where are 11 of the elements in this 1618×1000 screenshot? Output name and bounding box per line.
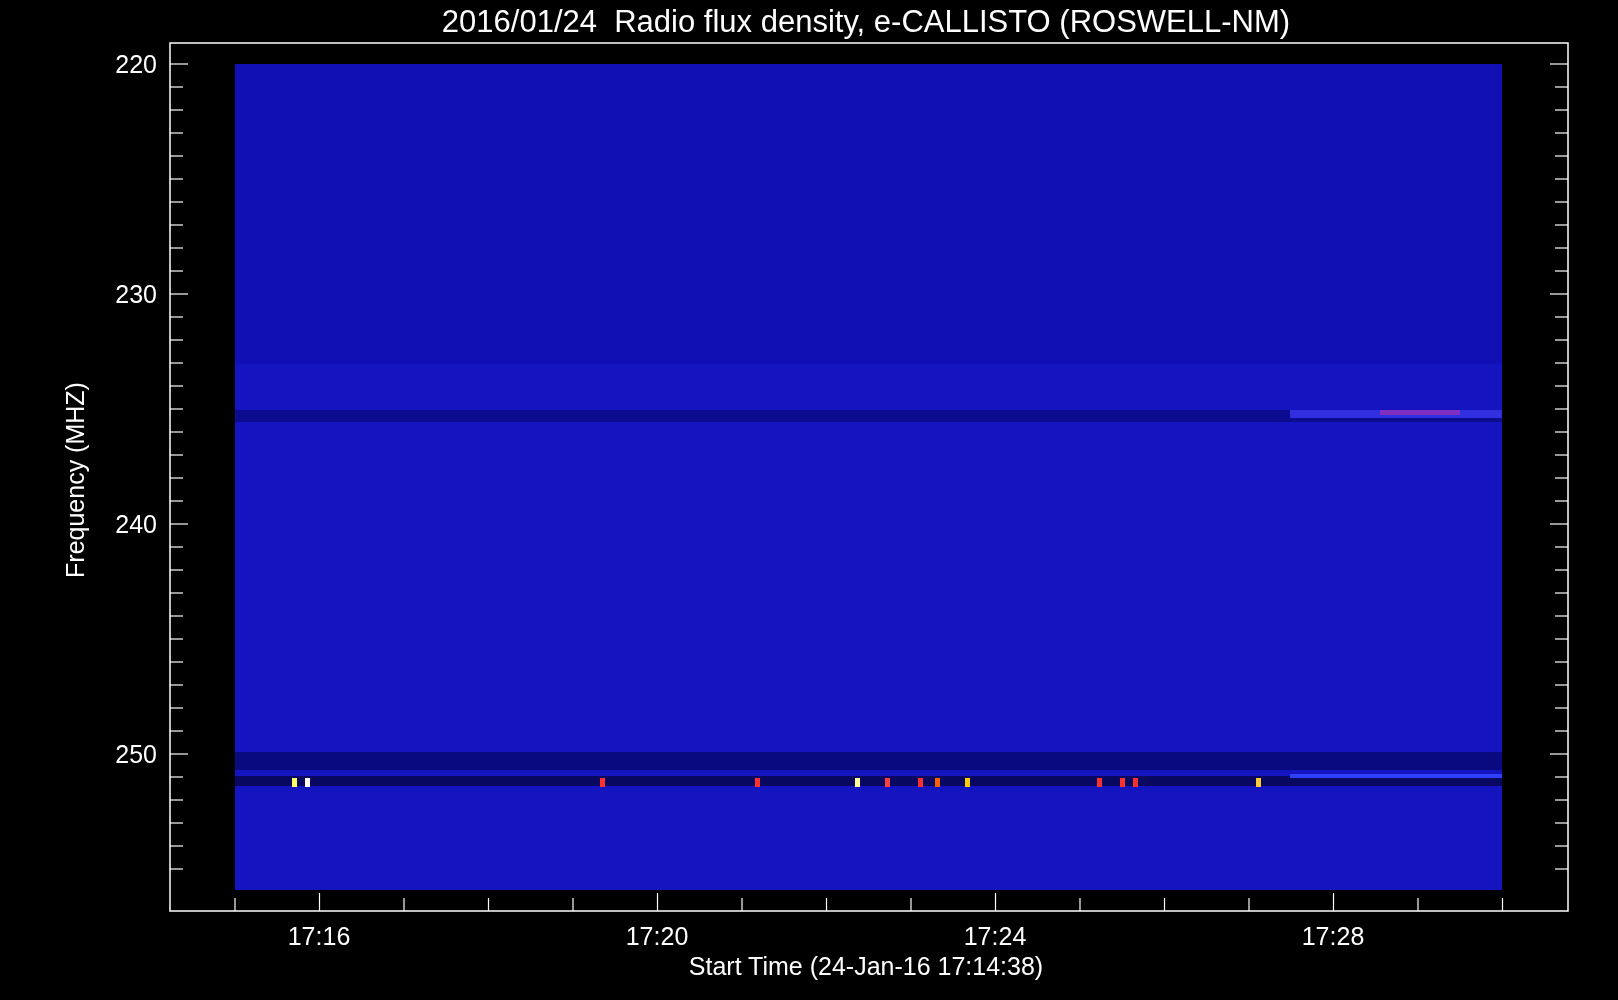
chart-title: 2016/01/24 Radio flux density, e-CALLISTO (ROSWELL-NM) [441, 4, 1291, 39]
y-tick-label: 240 [115, 510, 157, 538]
x-axis-label: Start Time (24-Jan-16 17:14:38) [688, 952, 1044, 980]
x-tick-label: 17:20 [625, 922, 689, 950]
y-axis-label: Frequency (MHZ) [61, 382, 89, 578]
y-tick-label: 220 [115, 50, 157, 78]
y-tick-label: 250 [115, 740, 157, 768]
x-tick-label: 17:28 [1301, 922, 1365, 950]
y-tick-label: 230 [115, 280, 157, 308]
x-tick-label: 17:24 [963, 922, 1027, 950]
x-tick-label: 17:16 [287, 922, 351, 950]
